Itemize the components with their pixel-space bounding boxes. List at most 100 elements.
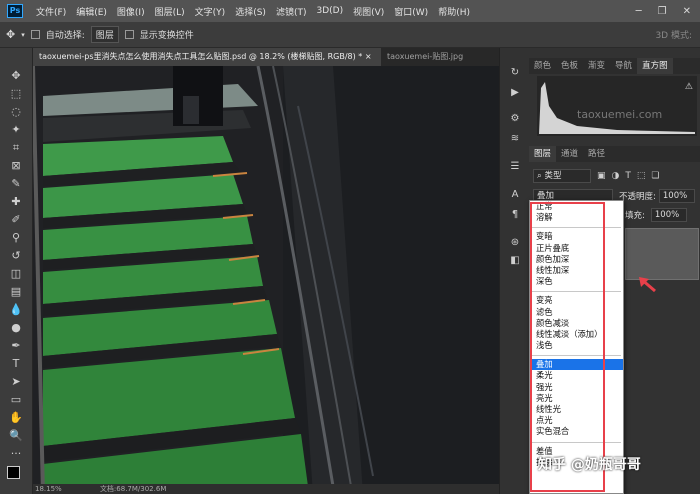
blend-option-screen[interactable]: 滤色 xyxy=(530,307,623,318)
opacity-label: 不透明度: xyxy=(619,192,656,202)
blend-option-lighten[interactable]: 变亮 xyxy=(530,295,623,306)
menu-window[interactable]: 窗口(W) xyxy=(389,5,433,18)
history-brush-icon[interactable]: ↺ xyxy=(6,248,26,264)
path-select-icon[interactable]: ➤ xyxy=(6,374,26,390)
blend-option-lighter-color[interactable]: 浅色 xyxy=(530,340,623,351)
eraser-icon[interactable]: ◫ xyxy=(6,266,26,282)
swatches-icon[interactable]: ◧ xyxy=(507,254,523,268)
blend-option-pin-light[interactable]: 点光 xyxy=(530,415,623,426)
tab-layers[interactable]: 图层 xyxy=(529,146,557,162)
brush-icon[interactable]: ✐ xyxy=(6,212,26,228)
adjust-filter-icon[interactable]: ◑ xyxy=(612,171,620,181)
move-tool-icon[interactable]: ✥ xyxy=(6,28,15,41)
zoom-level[interactable]: 18.15% xyxy=(35,485,62,493)
smart-filter-icon[interactable]: ❏ xyxy=(651,171,659,181)
tab-swatches[interactable]: 色板 xyxy=(556,58,583,74)
layer-thumbnail[interactable] xyxy=(625,228,699,280)
properties-icon[interactable]: ☰ xyxy=(507,160,523,174)
fill-input[interactable]: 100% xyxy=(650,208,687,222)
hand-icon[interactable]: ✋ xyxy=(6,410,26,426)
shape-filter-icon[interactable]: ⬚ xyxy=(637,171,646,181)
marquee-icon[interactable]: ⬚ xyxy=(6,86,26,102)
tab-psd-document[interactable]: taoxuemei-ps里消失点怎么使用消失点工具怎么贴图.psd @ 18.2… xyxy=(33,48,381,66)
foreground-color-swatch[interactable] xyxy=(7,466,20,479)
layers-panel-tabs: 图层 通道 路径 xyxy=(529,146,700,162)
character-icon[interactable]: A xyxy=(507,188,523,202)
chevron-down-icon[interactable]: ▾ xyxy=(21,31,25,39)
libraries-icon[interactable]: ⊛ xyxy=(507,236,523,250)
opacity-input[interactable]: 100% xyxy=(658,189,695,203)
move-icon[interactable]: ✥ xyxy=(6,68,26,84)
blend-option-darken[interactable]: 变暗 xyxy=(530,231,623,242)
paragraph-icon[interactable]: ¶ xyxy=(507,208,523,222)
healing-brush-icon[interactable]: ✚ xyxy=(6,194,26,210)
brush-settings-icon[interactable]: ≋ xyxy=(507,132,523,146)
blend-option-overlay[interactable]: 叠加 xyxy=(530,359,623,371)
menu-type[interactable]: 文字(Y) xyxy=(190,5,231,18)
blend-option-color-burn[interactable]: 颜色加深 xyxy=(530,254,623,265)
type-icon[interactable]: T xyxy=(6,356,26,372)
blend-option-color-dodge[interactable]: 颜色减淡 xyxy=(530,318,623,329)
menu-file[interactable]: 文件(F) xyxy=(31,5,71,18)
zoom-icon[interactable]: 🔍 xyxy=(6,428,26,444)
menu-3d[interactable]: 3D(D) xyxy=(311,6,348,16)
restore-icon[interactable]: ❐ xyxy=(658,6,667,17)
document-canvas[interactable] xyxy=(33,66,499,494)
show-transform-checkbox[interactable] xyxy=(124,30,134,39)
options-bar: ✥ ▾ 自动选择: 图层 显示变换控件 3D 模式: xyxy=(0,22,700,48)
eyedropper-icon[interactable]: ✎ xyxy=(6,176,26,192)
layer-filter-select[interactable]: ⌕ 类型 xyxy=(533,169,591,183)
blend-option-hard-light[interactable]: 强光 xyxy=(530,382,623,393)
tab-histogram[interactable]: 直方图 xyxy=(637,58,673,74)
blend-option-dissolve[interactable]: 溶解 xyxy=(530,212,623,223)
menu-filter[interactable]: 滤镜(T) xyxy=(271,5,312,18)
blend-option-darker-color[interactable]: 深色 xyxy=(530,276,623,287)
tab-jpg-document[interactable]: taoxuemei-贴图.jpg xyxy=(381,48,499,66)
auto-select-dropdown[interactable]: 图层 xyxy=(90,26,119,43)
more-tools-icon[interactable]: ··· xyxy=(6,446,26,462)
frame-icon[interactable]: ⊠ xyxy=(6,158,26,174)
dodge-icon[interactable]: ● xyxy=(6,320,26,336)
tab-color[interactable]: 颜色 xyxy=(529,58,556,74)
menu-select[interactable]: 选择(S) xyxy=(230,5,271,18)
minimize-icon[interactable]: ─ xyxy=(636,6,642,17)
blend-option-linear-light[interactable]: 线性光 xyxy=(530,404,623,415)
menu-view[interactable]: 视图(V) xyxy=(348,5,389,18)
blend-option-multiply[interactable]: 正片叠底 xyxy=(530,243,623,254)
show-transform-label: 显示变换控件 xyxy=(139,31,194,41)
shape-icon[interactable]: ▭ xyxy=(6,392,26,408)
clone-stamp-icon[interactable]: ⚲ xyxy=(6,230,26,246)
history-icon[interactable]: ↻ xyxy=(507,66,523,80)
adjustments-icon[interactable]: ⚙ xyxy=(507,112,523,126)
blur-icon[interactable]: 💧 xyxy=(6,302,26,318)
gradient-icon[interactable]: ▤ xyxy=(6,284,26,300)
auto-select-checkbox[interactable] xyxy=(30,30,40,39)
menu-help[interactable]: 帮助(H) xyxy=(433,5,475,18)
blend-option-soft-light[interactable]: 柔光 xyxy=(530,370,623,381)
close-icon[interactable]: ✕ xyxy=(683,6,691,17)
blend-option-normal[interactable]: 正常 xyxy=(530,201,623,212)
crop-icon[interactable]: ⌗ xyxy=(6,140,26,156)
blend-option-linear-burn[interactable]: 线性加深 xyxy=(530,265,623,276)
blend-option-hard-mix[interactable]: 实色混合 xyxy=(530,426,623,437)
menu-edit[interactable]: 编辑(E) xyxy=(71,5,112,18)
pen-icon[interactable]: ✒ xyxy=(6,338,26,354)
blend-option-vivid-light[interactable]: 亮光 xyxy=(530,393,623,404)
blend-option-linear-dodge[interactable]: 线性减淡（添加） xyxy=(530,329,623,340)
menu-image[interactable]: 图像(I) xyxy=(112,5,150,18)
pixel-filter-icon[interactable]: ▣ xyxy=(597,171,606,181)
menu-divider xyxy=(530,223,623,231)
play-icon[interactable]: ▶ xyxy=(507,86,523,100)
magic-wand-icon[interactable]: ✦ xyxy=(6,122,26,138)
menu-layer[interactable]: 图层(L) xyxy=(150,5,190,18)
tab-gradients[interactable]: 渐变 xyxy=(583,58,610,74)
tab-navigator[interactable]: 导航 xyxy=(610,58,637,74)
histogram: taoxuemei.com ⚠ xyxy=(537,76,697,136)
type-filter-icon[interactable]: T xyxy=(625,171,631,181)
lasso-icon[interactable]: ◌ xyxy=(6,104,26,120)
tab-paths[interactable]: 路径 xyxy=(583,146,610,162)
color-panel-tabs: 颜色 色板 渐变 导航 直方图 xyxy=(529,58,700,74)
tab-channels[interactable]: 通道 xyxy=(556,146,583,162)
warning-icon[interactable]: ⚠ xyxy=(685,82,693,92)
menu-divider xyxy=(530,287,623,295)
